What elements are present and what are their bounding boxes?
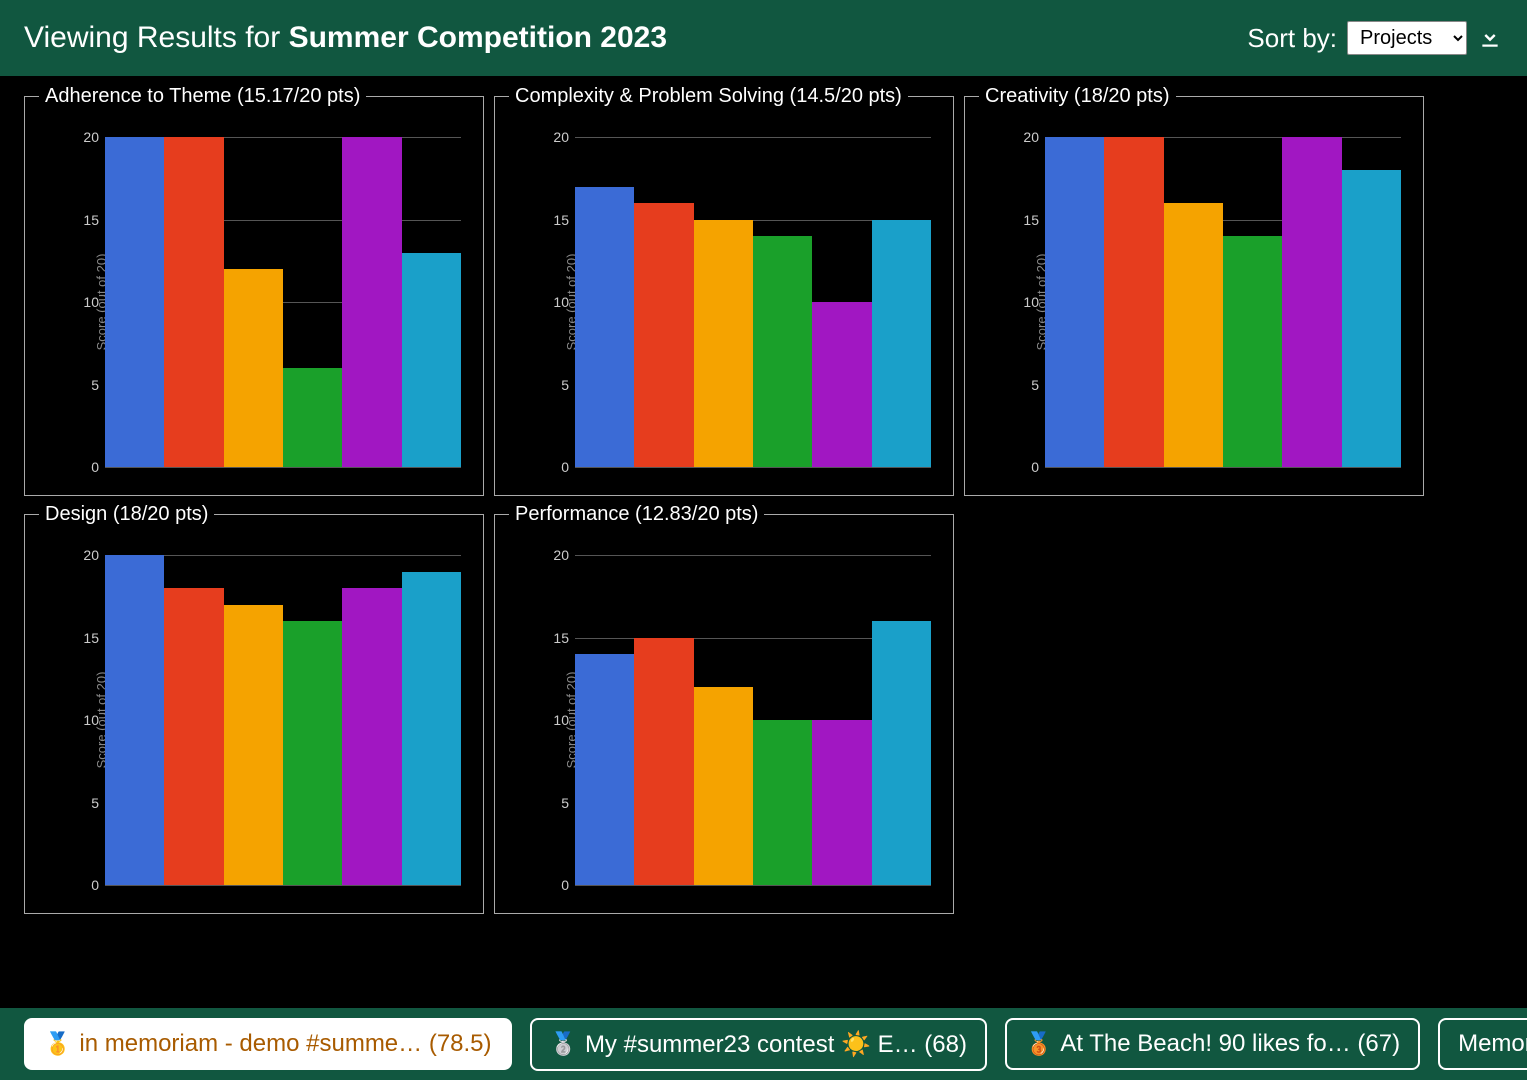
tick-label: 15 <box>83 212 105 228</box>
bar-1[interactable] <box>634 638 693 886</box>
pill-label: in memoriam - demo #summe… (78.5) <box>79 1030 491 1058</box>
tick-label: 0 <box>561 459 575 475</box>
bar-4[interactable] <box>1282 137 1341 467</box>
bar-5[interactable] <box>402 572 461 886</box>
pill-label: Memories | Trail Art <box>1458 1030 1527 1058</box>
tick-label: 15 <box>553 630 575 646</box>
bar-5[interactable] <box>872 220 931 468</box>
chart-title: Complexity & Problem Solving (14.5/20 pt… <box>515 85 902 108</box>
bar-4[interactable] <box>342 137 401 467</box>
gridline <box>1045 467 1401 468</box>
bar-4[interactable] <box>812 302 871 467</box>
gridline <box>105 885 461 886</box>
medal-icon: 🥈 <box>550 1031 577 1057</box>
tick-label: 20 <box>553 547 575 563</box>
bar-3[interactable] <box>283 368 342 467</box>
tick-label: 0 <box>91 459 105 475</box>
bar-1[interactable] <box>164 137 223 467</box>
tick-label: 0 <box>1031 459 1045 475</box>
medal-icon: 🥇 <box>44 1031 71 1057</box>
tick-label: 20 <box>83 129 105 145</box>
tick-label: 5 <box>91 795 105 811</box>
chart-title: Performance (12.83/20 pts) <box>515 503 758 526</box>
bar-0[interactable] <box>105 137 164 467</box>
result-pill-2[interactable]: 🥉 At The Beach! 90 likes fo… (67) <box>1005 1018 1420 1070</box>
bar-4[interactable] <box>812 720 871 885</box>
bar-3[interactable] <box>283 621 342 885</box>
bar-3[interactable] <box>753 236 812 467</box>
bar-1[interactable] <box>1104 137 1163 467</box>
sort-label: Sort by: <box>1247 23 1337 54</box>
chart-3: Design (18/20 pts)05101520Score (out of … <box>24 514 484 914</box>
tick-label: 0 <box>561 877 575 893</box>
tick-label: 15 <box>1023 212 1045 228</box>
footer-bar: 🥇 in memoriam - demo #summe… (78.5) 🥈 My #s… <box>0 1008 1527 1080</box>
pill-label: At The Beach! 90 likes fo… (67) <box>1060 1030 1400 1058</box>
chart-title: Adherence to Theme (15.17/20 pts) <box>45 85 360 108</box>
bar-2[interactable] <box>224 605 283 886</box>
tick-label: 0 <box>91 877 105 893</box>
bar-5[interactable] <box>1342 170 1401 467</box>
sort-group: Sort by: Projects <box>1247 21 1503 55</box>
page-title: Viewing Results for Summer Competition 2… <box>24 21 667 55</box>
title-prefix: Viewing Results for <box>24 21 289 54</box>
tick-label: 20 <box>553 129 575 145</box>
result-pill-0[interactable]: 🥇 in memoriam - demo #summe… (78.5) <box>24 1018 512 1070</box>
bar-4[interactable] <box>342 588 401 885</box>
chart-title: Creativity (18/20 pts) <box>985 85 1170 108</box>
bar-1[interactable] <box>634 203 693 467</box>
bar-3[interactable] <box>753 720 812 885</box>
tick-label: 5 <box>1031 377 1045 393</box>
result-pill-1[interactable]: 🥈 My #summer23 contest ☀️ E… (68) <box>530 1018 987 1071</box>
bar-1[interactable] <box>164 588 223 885</box>
chart-4: Performance (12.83/20 pts)05101520Score … <box>494 514 954 914</box>
download-icon[interactable] <box>1477 25 1503 51</box>
header-bar: Viewing Results for Summer Competition 2… <box>0 0 1527 76</box>
bar-0[interactable] <box>575 654 634 885</box>
chart-2: Creativity (18/20 pts)05101520Score (out… <box>964 96 1424 496</box>
bar-2[interactable] <box>694 220 753 468</box>
chart-0: Adherence to Theme (15.17/20 pts)0510152… <box>24 96 484 496</box>
bar-2[interactable] <box>694 687 753 885</box>
tick-label: 15 <box>83 630 105 646</box>
result-pill-3[interactable]: Memories | Trail Art <box>1438 1018 1527 1070</box>
sort-select[interactable]: Projects <box>1347 21 1467 55</box>
tick-label: 5 <box>561 377 575 393</box>
gridline <box>105 467 461 468</box>
tick-label: 5 <box>91 377 105 393</box>
tick-label: 5 <box>561 795 575 811</box>
bar-5[interactable] <box>402 253 461 468</box>
medal-icon: 🥉 <box>1025 1031 1052 1057</box>
bar-2[interactable] <box>224 269 283 467</box>
chart-1: Complexity & Problem Solving (14.5/20 pt… <box>494 96 954 496</box>
bar-0[interactable] <box>575 187 634 468</box>
tick-label: 20 <box>83 547 105 563</box>
bar-5[interactable] <box>872 621 931 885</box>
pill-label: My #summer23 contest ☀️ E… (68) <box>585 1030 967 1059</box>
tick-label: 15 <box>553 212 575 228</box>
bar-2[interactable] <box>1164 203 1223 467</box>
bar-3[interactable] <box>1223 236 1282 467</box>
bar-0[interactable] <box>105 555 164 885</box>
charts-grid: Adherence to Theme (15.17/20 pts)0510152… <box>0 76 1527 934</box>
gridline <box>575 885 931 886</box>
tick-label: 20 <box>1023 129 1045 145</box>
chart-title: Design (18/20 pts) <box>45 503 208 526</box>
competition-name: Summer Competition 2023 <box>289 21 667 54</box>
gridline <box>575 467 931 468</box>
bar-0[interactable] <box>1045 137 1104 467</box>
